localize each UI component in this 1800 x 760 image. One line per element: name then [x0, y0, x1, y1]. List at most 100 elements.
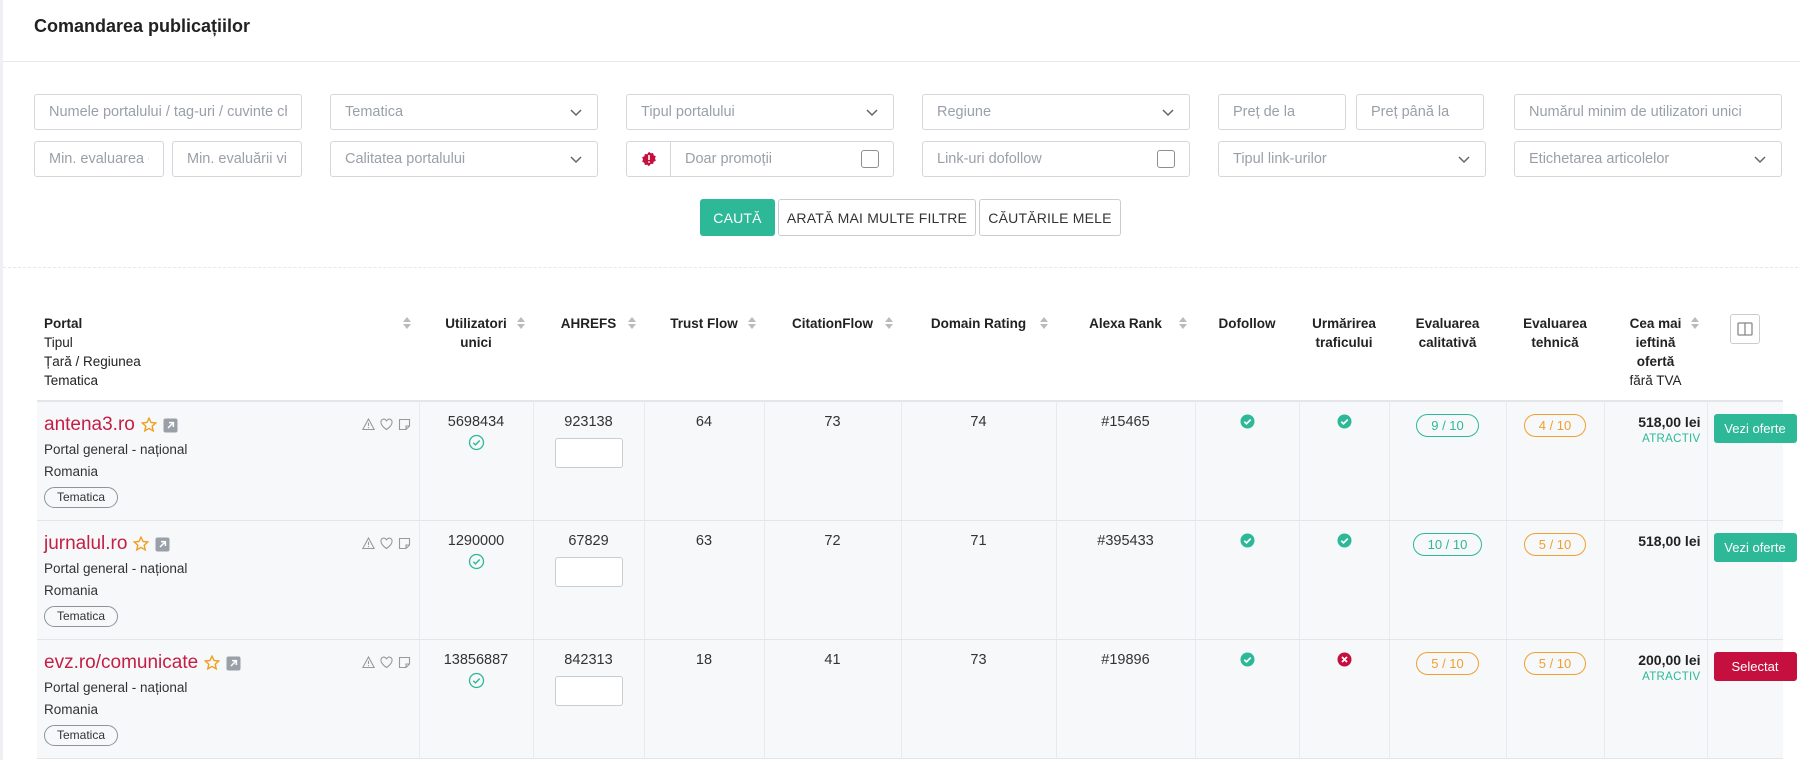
col-alexa-rank[interactable]: Alexa Rank: [1056, 300, 1195, 402]
tip-portal-select[interactable]: Tipul portalului: [626, 94, 894, 130]
trust-flow-cell: 63: [644, 520, 765, 640]
dofollow-checkbox[interactable]: Link-uri dofollow: [922, 141, 1190, 177]
divider: [3, 267, 1800, 268]
min-eval-vis-input[interactable]: Min. evaluării vizuale: [172, 141, 302, 177]
offer-button[interactable]: Vezi oferte: [1713, 533, 1797, 562]
ahrefs-value: 923138: [564, 414, 613, 430]
regiune-select[interactable]: Regiune: [922, 94, 1190, 130]
attractive-label: ATRACTIV: [1642, 671, 1701, 683]
chevron-down-icon: [1458, 156, 1470, 164]
col-portal[interactable]: Portal Tipul Țară / Regiunea Tematica: [37, 300, 419, 402]
note-icon[interactable]: [398, 418, 411, 431]
external-link-icon[interactable]: [163, 418, 178, 433]
star-icon[interactable]: [204, 655, 221, 671]
price-value: 200,00 lei: [1638, 652, 1701, 668]
col-citation-flow[interactable]: CitationFlow: [764, 300, 901, 402]
verified-check-icon: [468, 553, 484, 570]
header: Comandarea publicațiilor: [3, 0, 1800, 62]
col-domain-rating[interactable]: Domain Rating: [901, 300, 1056, 402]
heart-icon[interactable]: [379, 537, 393, 550]
warning-icon[interactable]: [361, 537, 375, 550]
ahrefs-logo-button[interactable]: [554, 676, 623, 706]
portal-name-input[interactable]: Numele portalului / tag-uri / cuvinte ch…: [34, 94, 302, 130]
portal-name-link[interactable]: antena3.ro: [44, 414, 135, 436]
etichetare-select[interactable]: Etichetarea articolelor: [1514, 141, 1782, 177]
promo-only-checkbox[interactable]: Doar promoții: [626, 141, 894, 177]
quality-score-badge: 9 / 10: [1416, 414, 1479, 437]
dofollow-checkbox-box[interactable]: [1157, 150, 1175, 168]
price-cell: 518,00 lei: [1604, 520, 1708, 640]
row-tools: [361, 537, 411, 550]
check-circle-icon: [1337, 414, 1351, 429]
portal-name-link[interactable]: evz.ro/comunicate: [44, 652, 198, 674]
star-icon[interactable]: [140, 417, 157, 433]
citation-flow-cell: 41: [764, 639, 902, 759]
note-icon[interactable]: [398, 656, 411, 669]
col-users[interactable]: Utilizatori unici: [419, 300, 533, 402]
external-link-icon[interactable]: [226, 656, 241, 671]
chevron-down-icon: [866, 109, 878, 117]
domain-rating-cell: 71: [901, 520, 1057, 640]
tematica-tag[interactable]: Tematica: [44, 487, 119, 508]
citation-flow-cell: 73: [764, 401, 902, 521]
my-searches-button[interactable]: CĂUTĂRILE MELE: [979, 199, 1121, 236]
sort-icon[interactable]: [748, 317, 756, 329]
search-button[interactable]: CAUTĂ: [700, 199, 775, 236]
users-value: 5698434: [447, 414, 505, 430]
col-trust-flow[interactable]: Trust Flow: [644, 300, 764, 402]
check-circle-icon: [1240, 533, 1254, 548]
dofollow-cell: [1195, 520, 1300, 640]
sort-icon[interactable]: [517, 317, 525, 329]
star-icon[interactable]: [133, 536, 150, 552]
tematica-select[interactable]: Tematica: [330, 94, 598, 130]
users-value: 13856887: [443, 652, 509, 668]
alexa-rank-cell: #19896: [1056, 639, 1196, 759]
heart-icon[interactable]: [379, 656, 393, 669]
sort-icon[interactable]: [628, 317, 636, 329]
ahrefs-cell: 923138: [533, 401, 645, 521]
columns-toggle-button[interactable]: [1730, 314, 1760, 344]
promo-checkbox-box[interactable]: [861, 150, 879, 168]
price-from-input[interactable]: Preț de la: [1218, 94, 1346, 130]
traffic-tracking-cell: [1299, 639, 1390, 759]
tematica-tag[interactable]: Tematica: [44, 725, 119, 746]
ahrefs-logo-button[interactable]: [554, 557, 623, 587]
ahrefs-logo-button[interactable]: [554, 438, 623, 468]
heart-icon[interactable]: [379, 418, 393, 431]
min-eval-cal-input[interactable]: Min. evaluarea calitativă: [34, 141, 164, 177]
trust-flow-cell: 18: [644, 639, 765, 759]
offer-button[interactable]: Vezi oferte: [1713, 414, 1797, 443]
warning-icon[interactable]: [361, 656, 375, 669]
portal-name-link[interactable]: jurnalul.ro: [44, 533, 127, 555]
warning-icon[interactable]: [361, 418, 375, 431]
col-cheapest-offer[interactable]: Cea mai ieftină ofertă fără TVA: [1604, 300, 1707, 402]
sort-icon[interactable]: [403, 317, 411, 329]
offer-button[interactable]: Selectat: [1713, 652, 1797, 681]
external-link-icon[interactable]: [155, 537, 170, 552]
row-tools: [361, 656, 411, 669]
table-row: jurnalul.ro Portal general - național Ro…: [37, 520, 1797, 640]
verified-check-icon: [468, 434, 484, 451]
verified-check-icon: [468, 672, 484, 689]
note-icon[interactable]: [398, 537, 411, 550]
sort-icon[interactable]: [885, 317, 893, 329]
users-cell: 1290000: [419, 520, 534, 640]
price-value: 518,00 lei: [1638, 414, 1701, 430]
alexa-rank-cell: #395433: [1056, 520, 1196, 640]
technical-score-badge: 5 / 10: [1523, 533, 1587, 556]
tematica-tag[interactable]: Tematica: [44, 606, 119, 627]
dofollow-cell: [1195, 639, 1300, 759]
min-users-input[interactable]: Numărul minim de utilizatori unici: [1514, 94, 1782, 130]
sort-icon[interactable]: [1179, 317, 1187, 329]
col-ahrefs[interactable]: AHREFS: [533, 300, 644, 402]
price-to-input[interactable]: Preț până la: [1356, 94, 1484, 130]
tip-link-select[interactable]: Tipul link-urilor: [1218, 141, 1486, 177]
sort-icon[interactable]: [1040, 317, 1048, 329]
calitate-select[interactable]: Calitatea portalului: [330, 141, 598, 177]
col-dofollow: Dofollow: [1195, 300, 1299, 402]
alexa-rank-cell: #15465: [1056, 401, 1196, 521]
sort-icon[interactable]: [1691, 317, 1699, 329]
more-filters-button[interactable]: ARATĂ MAI MULTE FILTRE: [778, 199, 976, 236]
technical-score-badge: 5 / 10: [1523, 652, 1587, 675]
portal-country: Romania: [44, 464, 99, 479]
